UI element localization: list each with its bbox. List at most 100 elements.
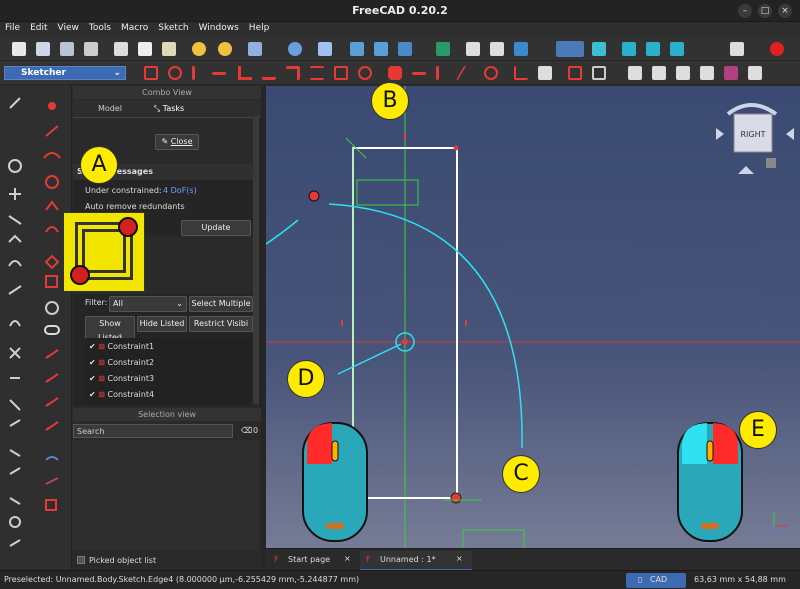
construction-mode-icon[interactable] xyxy=(9,467,21,475)
constrain-parallel-icon[interactable] xyxy=(238,66,252,80)
selection-list[interactable] xyxy=(73,440,259,550)
recompute-icon[interactable] xyxy=(288,42,302,56)
view-section-icon[interactable] xyxy=(700,66,714,80)
menu-tools[interactable]: Tools xyxy=(84,22,116,33)
sync-view-icon[interactable] xyxy=(436,42,450,56)
check-icon[interactable]: ✔ xyxy=(89,390,98,399)
sketch-fillet-icon[interactable] xyxy=(45,349,59,359)
macro-record-icon[interactable] xyxy=(770,42,784,56)
bspline-tool-icon[interactable] xyxy=(8,285,22,295)
top-view-icon[interactable] xyxy=(646,42,660,56)
constrain-horizontal-distance-icon[interactable] xyxy=(412,72,426,75)
combo-scrollbar[interactable] xyxy=(253,116,259,404)
polyline-tool-icon[interactable] xyxy=(9,188,21,200)
sketch-rectangle-icon[interactable] xyxy=(45,275,58,288)
conic-tool-icon[interactable] xyxy=(8,260,22,267)
leave-sketch-icon[interactable] xyxy=(652,66,666,80)
reorient-sketch-icon[interactable] xyxy=(748,66,762,80)
menu-view[interactable]: View xyxy=(53,22,84,33)
circle-tool-icon[interactable] xyxy=(8,159,22,173)
measure-icon[interactable] xyxy=(556,41,584,57)
hide-listed-button[interactable]: Hide Listed xyxy=(137,316,187,332)
copy-tool-icon[interactable] xyxy=(9,539,21,547)
constrain-vertical-distance-icon[interactable] xyxy=(436,66,439,80)
sketch-external-icon[interactable] xyxy=(45,456,59,461)
auto-remove-redundants-label[interactable]: Auto remove redundants xyxy=(85,202,185,211)
sketch-polygon-icon[interactable] xyxy=(45,301,59,315)
sketch-split-icon[interactable] xyxy=(45,421,59,431)
map-sketch-icon[interactable] xyxy=(724,66,738,80)
picked-list-checkbox[interactable] xyxy=(77,556,85,564)
navigation-style-button[interactable]: ▯ CAD xyxy=(626,573,686,588)
close-icon[interactable]: × xyxy=(456,554,463,563)
workbench-selector[interactable]: Sketcher ⌄ xyxy=(4,66,126,80)
std-views-icon[interactable] xyxy=(514,42,528,56)
fit-all-icon[interactable] xyxy=(350,42,364,56)
carbon-copy-icon[interactable] xyxy=(9,449,21,457)
vertex[interactable] xyxy=(450,492,462,504)
constrain-block-icon[interactable] xyxy=(358,66,372,80)
undo-icon[interactable] xyxy=(192,42,206,56)
sketch-slot-icon[interactable] xyxy=(44,325,60,335)
toggle-driving-icon[interactable] xyxy=(568,66,582,80)
update-button[interactable]: Update xyxy=(181,220,251,236)
list-item[interactable]: ✔ ⊠ Constraint4 xyxy=(89,390,154,399)
constrain-perpendicular-icon[interactable] xyxy=(262,66,276,80)
close-icon[interactable]: × xyxy=(344,554,351,563)
sketch-line-icon[interactable] xyxy=(45,125,59,137)
constrain-horizontal-icon[interactable] xyxy=(212,72,226,75)
tab-unnamed[interactable]: F Unnamed : 1* × xyxy=(360,551,472,571)
line-tool-icon[interactable] xyxy=(8,215,22,225)
dof-link[interactable]: 4 DoF(s) xyxy=(163,186,197,195)
constrain-vertical-icon[interactable] xyxy=(192,66,195,80)
sketch-circle-icon[interactable] xyxy=(45,175,59,189)
clone-tool-icon[interactable] xyxy=(9,516,21,528)
nav-down-arrow-icon[interactable] xyxy=(738,166,754,174)
symmetry-tool-icon[interactable] xyxy=(9,497,21,505)
nav-left-arrow-icon[interactable] xyxy=(716,128,724,140)
sketch-point-icon[interactable] xyxy=(48,102,56,110)
save-icon[interactable] xyxy=(60,42,74,56)
menu-sketch[interactable]: Sketch xyxy=(153,22,193,33)
sketch-point[interactable] xyxy=(308,190,320,202)
external-geometry-icon[interactable] xyxy=(9,419,21,427)
close-window-button[interactable]: × xyxy=(778,4,792,18)
copy-icon[interactable] xyxy=(138,42,152,56)
rotate-arrow-icon[interactable] xyxy=(726,103,778,116)
new-sketch-icon[interactable] xyxy=(628,66,642,80)
filter-select[interactable]: All ⌄ xyxy=(109,296,187,312)
whats-this-icon[interactable] xyxy=(318,42,332,56)
selection-search-input[interactable]: Search xyxy=(73,424,233,438)
fit-selection-icon[interactable] xyxy=(374,42,388,56)
back-arrow-icon[interactable] xyxy=(466,42,480,56)
menu-windows[interactable]: Windows xyxy=(194,22,244,33)
constrain-equal-icon[interactable] xyxy=(310,66,324,80)
tab-tasks[interactable]: ⤡ Tasks xyxy=(139,102,199,116)
arc-tool-icon[interactable] xyxy=(8,234,22,243)
sketch-polyline-icon[interactable] xyxy=(44,254,60,270)
front-view-icon[interactable] xyxy=(622,42,636,56)
split-tool-icon[interactable] xyxy=(9,399,21,411)
constrain-coincident-icon[interactable] xyxy=(144,66,158,80)
maximize-button[interactable]: □ xyxy=(758,4,772,18)
constrain-symmetric-icon[interactable] xyxy=(334,66,348,80)
view-sketch-icon[interactable] xyxy=(676,66,690,80)
sketch-extend-icon[interactable] xyxy=(45,397,59,407)
tab-start-page[interactable]: F Start page × xyxy=(274,553,358,569)
constrain-tangent-icon[interactable] xyxy=(286,66,300,80)
list-item[interactable]: ✔ ⊠ Constraint1 xyxy=(89,342,154,351)
refresh-checklist-icon[interactable] xyxy=(248,42,262,56)
part-icon[interactable] xyxy=(730,42,744,56)
check-icon[interactable]: ✔ xyxy=(89,374,98,383)
menu-edit[interactable]: Edit xyxy=(25,22,52,33)
print-icon[interactable] xyxy=(84,42,98,56)
clear-icon[interactable]: ⌫ xyxy=(241,426,252,435)
navigation-cube[interactable]: RIGHT xyxy=(716,103,794,174)
isometric-view-icon[interactable] xyxy=(592,42,606,56)
menu-file[interactable]: File xyxy=(0,22,25,33)
draw-style-icon[interactable] xyxy=(398,42,412,56)
tab-model[interactable]: Model xyxy=(85,102,135,116)
list-item[interactable]: ✔ ⊠ Constraint2 xyxy=(89,358,154,367)
toggle-active-icon[interactable] xyxy=(592,66,606,80)
right-view-icon[interactable] xyxy=(670,42,684,56)
